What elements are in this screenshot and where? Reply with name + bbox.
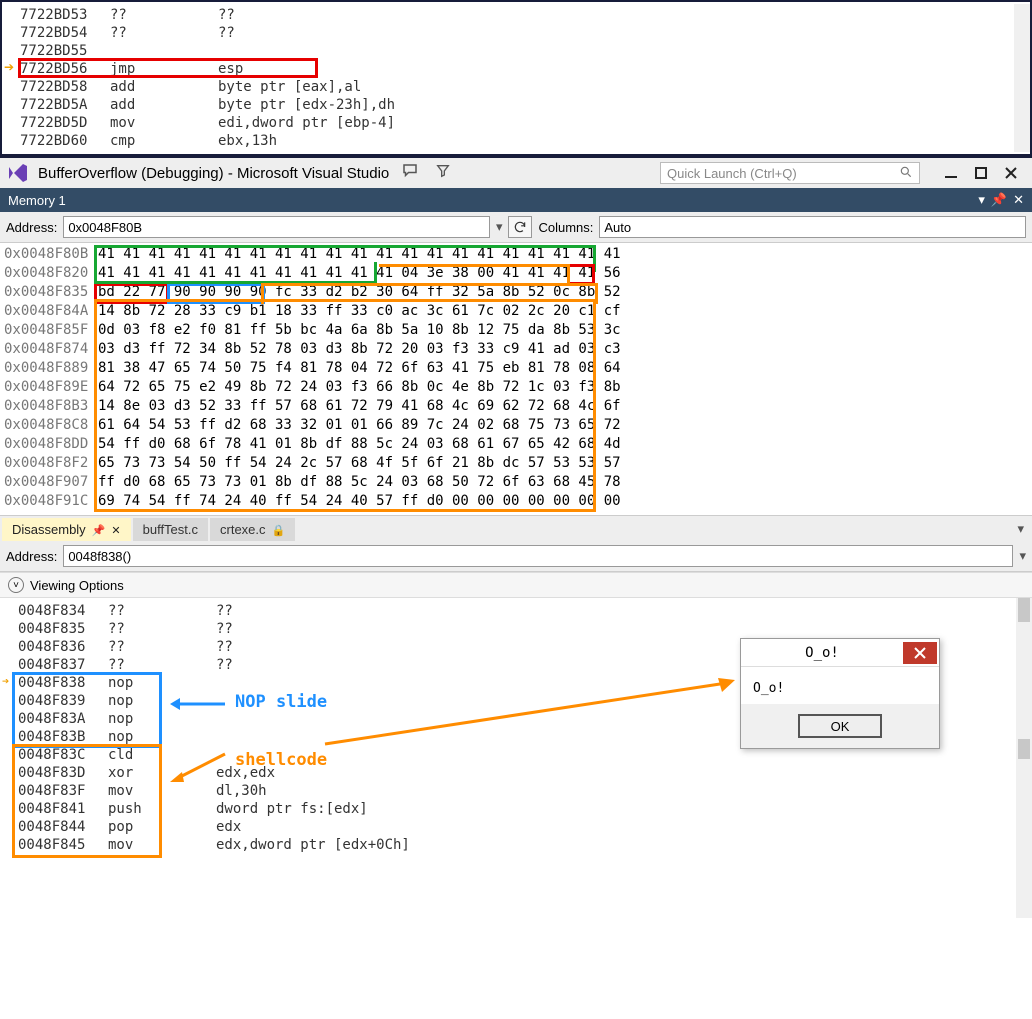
msgbox-body: O_o!: [741, 667, 939, 704]
memory-row[interactable]: 0x0048F8DD54 ff d0 68 6f 78 41 01 8b df …: [4, 435, 1032, 454]
disasm-row[interactable]: 7722BD53????: [20, 6, 1030, 24]
vs-titlebar: BufferOverflow (Debugging) - Microsoft V…: [0, 156, 1032, 188]
instruction-pointer-icon: ➔: [2, 674, 9, 688]
msgbox-ok-button[interactable]: OK: [798, 714, 882, 738]
close-icon[interactable]: ✕: [111, 525, 120, 537]
bottom-disassembly-pane: 0048F834????0048F835????0048F836????0048…: [0, 598, 1032, 918]
memory-row[interactable]: 0x0048F835bd 22 77 90 90 90 90 fc 33 d2 …: [4, 283, 1032, 302]
shellcode-annotation: shellcode: [235, 750, 327, 770]
memory-address-input[interactable]: [63, 216, 490, 238]
quick-launch-input[interactable]: Quick Launch (Ctrl+Q): [660, 162, 920, 184]
quick-launch-placeholder: Quick Launch (Ctrl+Q): [667, 166, 797, 181]
disasm-row[interactable]: 7722BD5Dmovedi,dword ptr [ebp-4]: [20, 114, 1030, 132]
search-icon: [899, 165, 913, 182]
tabs-overflow-icon[interactable]: ▾: [1009, 517, 1032, 541]
address-label: Address:: [6, 220, 57, 235]
disasm-row[interactable]: 7722BD60cmpebx,13h: [20, 132, 1030, 150]
scrollbar[interactable]: [1014, 4, 1030, 152]
filter-icon[interactable]: [431, 163, 455, 184]
maximize-button[interactable]: [966, 161, 996, 185]
memory-row[interactable]: 0x0048F89E64 72 65 75 e2 49 8b 72 24 03 …: [4, 378, 1032, 397]
pin-icon[interactable]: 📌: [991, 192, 1007, 208]
dropdown-icon[interactable]: ▾: [496, 219, 503, 235]
memory-panel-title: Memory 1: [8, 193, 66, 208]
vs-logo-icon: [6, 161, 30, 185]
feedback-icon[interactable]: [397, 162, 423, 185]
window-title: BufferOverflow (Debugging) - Microsoft V…: [38, 165, 389, 182]
lock-icon: 🔒: [272, 525, 286, 537]
viewing-options-label: Viewing Options: [30, 578, 124, 593]
document-tabs: Disassembly 📌 ✕ buffTest.c crtexe.c 🔒 ▾: [0, 515, 1032, 541]
msgbox-close-button[interactable]: [903, 642, 937, 664]
columns-select[interactable]: [599, 216, 1026, 238]
memory-row[interactable]: 0x0048F8F265 73 73 54 50 ff 54 24 2c 57 …: [4, 454, 1032, 473]
tab-label: Disassembly: [12, 522, 86, 537]
tab-label: buffTest.c: [143, 522, 198, 537]
pin-icon[interactable]: 📌: [92, 525, 106, 537]
dropdown-icon[interactable]: ▾: [1019, 548, 1026, 564]
minimize-button[interactable]: [936, 161, 966, 185]
disasm-address-bar: Address: ▾: [0, 541, 1032, 572]
memory-row[interactable]: 0x0048F907ff d0 68 65 73 73 01 8b df 88 …: [4, 473, 1032, 492]
msgbox-title: O_o!: [741, 645, 903, 661]
instruction-pointer-icon: ➔: [4, 60, 14, 74]
disasm-row[interactable]: 0048F835????: [18, 620, 1032, 638]
memory-row[interactable]: 0x0048F8B314 8e 03 d3 52 33 ff 57 68 61 …: [4, 397, 1032, 416]
memory-row[interactable]: 0x0048F8C861 64 54 53 ff d2 68 33 32 01 …: [4, 416, 1032, 435]
memory-row[interactable]: 0x0048F82041 41 41 41 41 41 41 41 41 41 …: [4, 264, 1032, 283]
close-button[interactable]: [996, 161, 1026, 185]
memory-row[interactable]: 0x0048F85F0d 03 f8 e2 f0 81 ff 5b bc 4a …: [4, 321, 1032, 340]
memory-row[interactable]: 0x0048F87403 d3 ff 72 34 8b 52 78 03 d3 …: [4, 340, 1032, 359]
memory-dump[interactable]: 0x0048F80B41 41 41 41 41 41 41 41 41 41 …: [0, 243, 1032, 515]
disasm-row[interactable]: 0048F841pushdword ptr fs:[edx]: [18, 800, 1032, 818]
memory-row[interactable]: 0x0048F80B41 41 41 41 41 41 41 41 41 41 …: [4, 245, 1032, 264]
disasm-row[interactable]: 0048F83Fmovdl,30h: [18, 782, 1032, 800]
panel-close-icon[interactable]: ✕: [1013, 192, 1024, 208]
disasm-row[interactable]: 7722BD56jmpesp: [20, 60, 1030, 78]
message-box: O_o! O_o! OK: [740, 638, 940, 749]
tab-bufftest-c[interactable]: buffTest.c: [133, 518, 208, 541]
disasm-row[interactable]: 7722BD5Aaddbyte ptr [edx-23h],dh: [20, 96, 1030, 114]
tab-disassembly[interactable]: Disassembly 📌 ✕: [2, 518, 131, 541]
memory-row[interactable]: 0x0048F84A14 8b 72 28 33 c9 b1 18 33 ff …: [4, 302, 1032, 321]
refresh-button[interactable]: [508, 216, 532, 238]
viewing-options-bar[interactable]: ˅ Viewing Options: [0, 572, 1032, 598]
tab-label: crtexe.c: [220, 522, 266, 537]
address-label: Address:: [6, 549, 57, 564]
nop-slide-annotation: NOP slide: [235, 692, 327, 712]
disasm-address-input[interactable]: [63, 545, 1013, 567]
top-disassembly-pane: 7722BD53????7722BD54????7722BD55 ➔ 7722BD5…: [0, 0, 1032, 156]
disasm-row[interactable]: 0048F845movedx,dword ptr [edx+0Ch]: [18, 836, 1032, 854]
memory-row[interactable]: 0x0048F91C69 74 54 ff 74 24 40 ff 54 24 …: [4, 492, 1032, 511]
disasm-row[interactable]: 7722BD54????: [20, 24, 1030, 42]
disasm-row[interactable]: 0048F83Dxoredx,edx: [18, 764, 1032, 782]
memory-panel-header: Memory 1 ▾ 📌 ✕: [0, 188, 1032, 212]
expand-icon[interactable]: ˅: [8, 577, 24, 593]
panel-menu-icon[interactable]: ▾: [978, 192, 985, 208]
memory-row[interactable]: 0x0048F88981 38 47 65 74 50 75 f4 81 78 …: [4, 359, 1032, 378]
disasm-row[interactable]: 7722BD58addbyte ptr [eax],al: [20, 78, 1030, 96]
scrollbar[interactable]: [1016, 598, 1032, 918]
disasm-row[interactable]: 7722BD55: [20, 42, 1030, 60]
columns-label: Columns:: [538, 220, 593, 235]
tab-crtexe-c[interactable]: crtexe.c 🔒: [210, 518, 295, 541]
disasm-row[interactable]: 0048F844popedx: [18, 818, 1032, 836]
memory-address-bar: Address: ▾ Columns:: [0, 212, 1032, 243]
disasm-row[interactable]: 0048F834????: [18, 602, 1032, 620]
